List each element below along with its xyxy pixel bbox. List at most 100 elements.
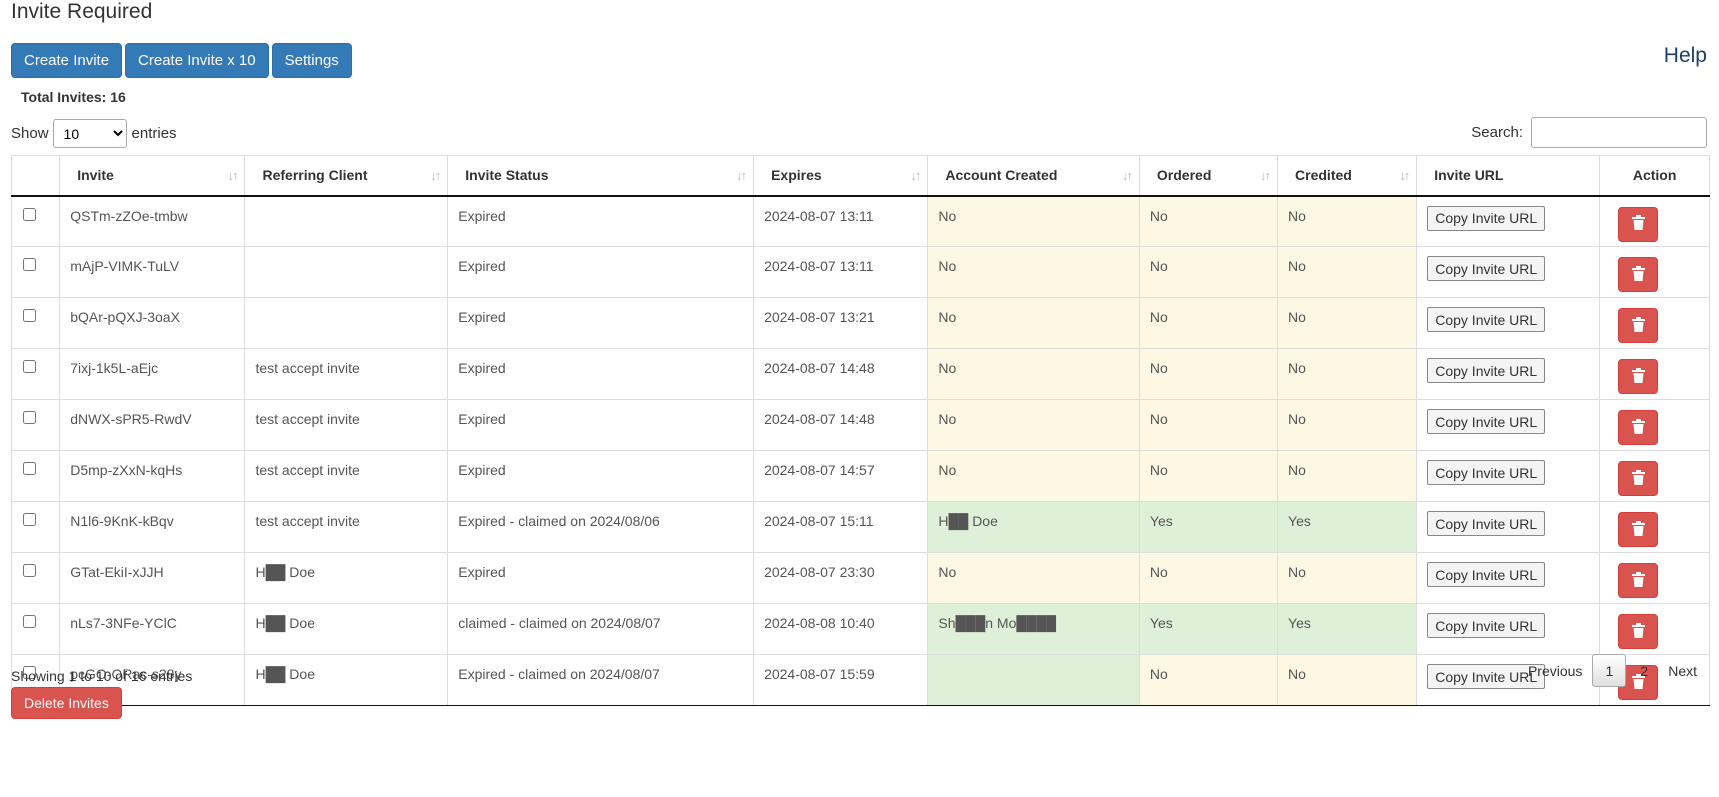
help-link[interactable]: Help (1664, 44, 1707, 68)
account-created (927, 654, 1140, 706)
delete-invite-button[interactable] (1618, 359, 1659, 394)
account-created: No (927, 399, 1140, 451)
select-cell (10, 501, 61, 553)
copy-invite-url-button[interactable]: Copy Invite URL (1427, 358, 1546, 383)
credited: Yes (1277, 501, 1418, 553)
account-created: No (927, 552, 1140, 604)
ordered: No (1138, 297, 1279, 349)
trash-icon (1631, 265, 1645, 284)
invite-code: D5mp-zXxN-kqHs (59, 450, 246, 502)
col-invite-status[interactable]: Invite Status ↓↑ (447, 155, 755, 197)
action-cell (1599, 246, 1710, 298)
ordered: No (1138, 450, 1279, 502)
search-input[interactable] (1531, 117, 1707, 148)
trash-icon (1631, 316, 1645, 335)
account-created: Sh███n Mo████ (927, 603, 1140, 655)
delete-invite-button[interactable] (1618, 563, 1659, 598)
credited: Yes (1277, 603, 1418, 655)
search-control: Search: (1471, 117, 1707, 148)
invite-status: Expired (447, 246, 755, 298)
delete-invite-button[interactable] (1618, 410, 1659, 445)
invite-url-cell: Copy Invite URL (1416, 399, 1601, 451)
ordered: No (1138, 195, 1279, 247)
row-checkbox[interactable] (23, 360, 36, 373)
table-row: pcGO-ORac-s28y H██ Doe Expired - claimed o… (10, 654, 1710, 706)
row-checkbox[interactable] (23, 309, 36, 322)
delete-invite-button[interactable] (1618, 308, 1659, 343)
trash-icon (1631, 418, 1645, 437)
ordered: No (1138, 348, 1279, 400)
row-checkbox[interactable] (23, 207, 36, 221)
expires: 2024-08-07 15:59 (753, 654, 929, 706)
ordered: No (1138, 246, 1279, 298)
copy-invite-url-button[interactable]: Copy Invite URL (1427, 562, 1546, 587)
copy-invite-url-button[interactable]: Copy Invite URL (1427, 409, 1546, 434)
col-credited[interactable]: Credited ↓↑ (1277, 155, 1418, 197)
copy-invite-url-button[interactable]: Copy Invite URL (1427, 460, 1546, 485)
col-referring-client[interactable]: Referring Client ↓↑ (244, 155, 449, 197)
settings-button[interactable]: Settings (271, 43, 352, 78)
invite-url-cell: Copy Invite URL (1416, 195, 1601, 247)
invite-status: Expired (447, 348, 755, 400)
delete-invite-button[interactable] (1618, 614, 1659, 649)
copy-invite-url-button[interactable]: Copy Invite URL (1427, 256, 1546, 281)
next-button[interactable]: Next (1658, 663, 1707, 679)
row-checkbox[interactable] (23, 513, 36, 526)
referring-client: H██ Doe (244, 552, 449, 604)
total-invites: Total Invites: 16 (21, 89, 126, 105)
row-checkbox[interactable] (23, 615, 36, 628)
search-label: Search: (1471, 124, 1523, 141)
page-2-button[interactable]: 2 (1626, 663, 1658, 679)
action-cell (1599, 195, 1710, 247)
row-checkbox[interactable] (23, 462, 36, 475)
trash-icon (1631, 215, 1645, 233)
row-checkbox[interactable] (23, 564, 36, 577)
invite-code: N1l6-9KnK-kBqv (59, 501, 246, 553)
row-checkbox[interactable] (23, 258, 36, 271)
copy-invite-url-button[interactable]: Copy Invite URL (1427, 613, 1546, 638)
row-checkbox[interactable] (23, 411, 36, 424)
credited: No (1277, 399, 1418, 451)
invite-url-cell: Copy Invite URL (1416, 603, 1601, 655)
invite-status: claimed - claimed on 2024/08/07 (447, 603, 755, 655)
credited: No (1277, 552, 1418, 604)
delete-invite-button[interactable] (1618, 257, 1659, 292)
invite-url-cell: Copy Invite URL (1416, 552, 1601, 604)
referring-client: H██ Doe (244, 603, 449, 655)
select-cell (10, 450, 61, 502)
col-account-created[interactable]: Account Created ↓↑ (927, 155, 1140, 197)
col-ordered[interactable]: Ordered ↓↑ (1138, 155, 1279, 197)
referring-client: test accept invite (244, 348, 449, 400)
trash-icon (1631, 571, 1645, 590)
delete-invite-button[interactable] (1618, 206, 1659, 242)
trash-icon (1631, 520, 1645, 539)
copy-invite-url-button[interactable]: Copy Invite URL (1427, 307, 1546, 332)
delete-invites-button[interactable]: Delete Invites (11, 687, 122, 719)
expires: 2024-08-08 10:40 (753, 603, 929, 655)
account-created: No (927, 348, 1140, 400)
copy-invite-url-button[interactable]: Copy Invite URL (1427, 511, 1546, 536)
expires: 2024-08-07 14:48 (753, 399, 929, 451)
action-cell (1599, 399, 1710, 451)
referring-client: test accept invite (244, 399, 449, 451)
referring-client (244, 246, 449, 298)
copy-invite-url-button[interactable]: Copy Invite URL (1427, 205, 1546, 231)
expires: 2024-08-07 13:21 (753, 297, 929, 349)
sort-icon: ↓↑ (736, 168, 747, 183)
delete-invite-button[interactable] (1618, 512, 1659, 547)
table-row: dNWX-sPR5-RwdV test accept invite Expired 2… (10, 399, 1710, 451)
create-invite-x10-button[interactable]: Create Invite x 10 (125, 43, 269, 78)
create-invite-button[interactable]: Create Invite (11, 43, 123, 78)
page-length-select[interactable]: 10 (52, 119, 127, 148)
account-created: No (927, 195, 1140, 247)
entries-label: entries (131, 125, 177, 142)
ordered: No (1138, 552, 1279, 604)
referring-client (244, 195, 449, 247)
col-expires[interactable]: Expires ↓↑ (753, 155, 929, 197)
delete-invite-button[interactable] (1618, 461, 1659, 496)
previous-button[interactable]: Previous (1518, 663, 1592, 679)
col-invite[interactable]: Invite ↓↑ (59, 155, 246, 197)
trash-icon (1631, 367, 1645, 386)
page-1-button[interactable]: 1 (1592, 654, 1627, 687)
invite-status: Expired (447, 195, 755, 247)
